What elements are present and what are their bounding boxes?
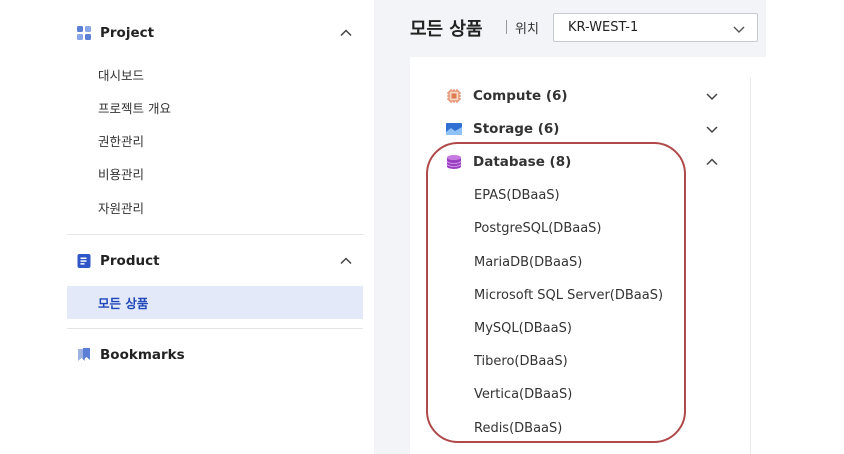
chevron-up-icon[interactable] xyxy=(704,154,720,170)
database-item-redis[interactable]: Redis(DBaaS) xyxy=(474,419,562,439)
category-label: Database (8) xyxy=(473,154,572,170)
category-label: Storage (6) xyxy=(473,121,560,137)
database-item-mysql[interactable]: MySQL(DBaaS) xyxy=(474,319,572,339)
region-select[interactable]: KR-WEST-1 xyxy=(553,13,758,42)
chevron-down-icon[interactable] xyxy=(704,88,720,104)
grid-icon xyxy=(76,25,92,41)
category-label: Compute (6) xyxy=(473,88,568,104)
app-root: Project 대시보드 프로젝트 개요 권한관리 비용관리 자원관리 Prod… xyxy=(0,0,844,454)
region-select-value: KR-WEST-1 xyxy=(568,20,639,35)
category-compute[interactable]: Compute (6) xyxy=(445,85,725,107)
product-category-panel xyxy=(410,57,766,454)
sidebar-section-title: Project xyxy=(100,25,155,41)
sidebar-section-product[interactable]: Product xyxy=(76,248,366,274)
sidebar-item-dashboard[interactable]: 대시보드 xyxy=(98,66,144,86)
chevron-up-icon[interactable] xyxy=(338,25,354,41)
sidebar-item-resources[interactable]: 자원관리 xyxy=(98,199,144,219)
sidebar-divider xyxy=(67,328,363,329)
sidebar-section-title: Product xyxy=(100,253,160,269)
bookmark-icon xyxy=(76,347,92,363)
database-item-mssql[interactable]: Microsoft SQL Server(DBaaS) xyxy=(474,286,663,306)
chip-icon xyxy=(445,88,463,104)
chevron-down-icon xyxy=(731,20,747,36)
sidebar-item-label: 모든 상품 xyxy=(98,296,149,311)
storage-icon xyxy=(445,121,463,137)
database-item-epas[interactable]: EPAS(DBaaS) xyxy=(474,186,560,206)
location-label: 위치 xyxy=(515,22,539,37)
chevron-down-icon[interactable] xyxy=(704,121,720,137)
database-item-vertica[interactable]: Vertica(DBaaS) xyxy=(474,385,572,405)
database-item-mariadb[interactable]: MariaDB(DBaaS) xyxy=(474,253,582,273)
database-item-tibero[interactable]: Tibero(DBaaS) xyxy=(474,352,568,372)
chevron-up-icon[interactable] xyxy=(338,253,354,269)
database-item-postgresql[interactable]: PostgreSQL(DBaaS) xyxy=(474,219,602,239)
database-icon xyxy=(445,154,463,170)
sidebar-divider xyxy=(67,234,363,235)
sidebar-section-bookmarks[interactable]: Bookmarks xyxy=(76,342,366,368)
panel-divider xyxy=(750,78,751,454)
sidebar-item-all-products[interactable]: 모든 상품 xyxy=(67,286,363,319)
title-separator xyxy=(506,20,507,34)
page-title: 모든 상품 xyxy=(410,19,483,40)
document-icon xyxy=(76,253,92,269)
sidebar-section-project[interactable]: Project xyxy=(76,20,366,46)
sidebar-item-cost[interactable]: 비용관리 xyxy=(98,165,144,185)
category-storage[interactable]: Storage (6) xyxy=(445,118,725,140)
sidebar-section-title: Bookmarks xyxy=(100,347,185,363)
sidebar: Project 대시보드 프로젝트 개요 권한관리 비용관리 자원관리 Prod… xyxy=(0,0,374,454)
sidebar-item-project-overview[interactable]: 프로젝트 개요 xyxy=(98,99,171,119)
sidebar-item-permissions[interactable]: 권한관리 xyxy=(98,132,144,152)
category-database[interactable]: Database (8) xyxy=(445,151,725,173)
